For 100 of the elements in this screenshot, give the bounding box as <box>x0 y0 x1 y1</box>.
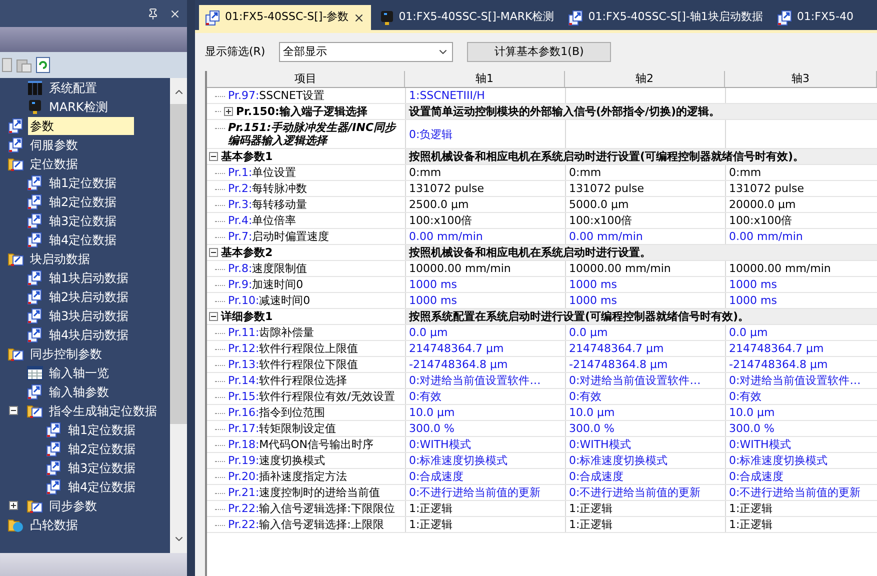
value-cell[interactable]: 0:标准速度切换模式 <box>729 454 828 467</box>
value-cell[interactable]: 0:对进给当前值设置软件… <box>569 374 701 387</box>
tree-item[interactable]: 轴4块启动数据 <box>47 326 131 344</box>
value-cell[interactable]: 1:正逻辑 <box>569 502 613 515</box>
value-cell[interactable]: 131072 pulse <box>409 182 484 195</box>
value-cell[interactable]: 214748364.7 μm <box>409 342 504 355</box>
document-tab[interactable]: 01:FX5-40SSC-S[]-轴1块启动数据 <box>562 5 769 30</box>
value-cell[interactable]: 1000 ms <box>569 278 617 291</box>
value-cell[interactable]: 0:合成速度 <box>729 470 784 483</box>
collapse-toggle[interactable] <box>209 248 218 257</box>
value-cell[interactable]: 10000.00 mm/min <box>409 262 511 275</box>
tree-item[interactable]: 同步参数 <box>47 496 99 514</box>
tree-item[interactable]: 轴4定位数据 <box>66 478 138 496</box>
value-cell[interactable]: 1:正逻辑 <box>729 502 773 515</box>
expand-toggle[interactable] <box>9 501 18 510</box>
value-cell[interactable]: 1000 ms <box>569 294 617 307</box>
value-cell[interactable]: 0:负逻辑 <box>409 128 453 140</box>
value-cell[interactable]: 2500.0 μm <box>409 198 469 211</box>
value-cell[interactable]: 10.0 μm <box>569 406 615 419</box>
tree-item[interactable]: 轴3块启动数据 <box>47 306 131 324</box>
value-cell[interactable]: 131072 pulse <box>569 182 644 195</box>
tree-item[interactable]: 输入轴一览 <box>47 364 111 382</box>
tree-item[interactable]: 伺服参数 <box>28 136 80 154</box>
collapse-toggle[interactable] <box>209 312 218 321</box>
value-cell[interactable]: -214748364.8 μm <box>729 358 828 371</box>
value-cell[interactable]: 0:WITH模式 <box>729 438 791 451</box>
value-cell[interactable]: 0.0 μm <box>409 326 448 339</box>
value-cell[interactable]: 0.00 mm/min <box>569 230 643 243</box>
tree-item[interactable]: 轴3定位数据 <box>47 212 119 230</box>
value-cell[interactable]: 0:对进给当前值设置软件… <box>729 374 861 387</box>
value-cell[interactable]: 0:有效 <box>729 390 762 403</box>
scrollbar-thumb[interactable] <box>170 104 187 424</box>
value-cell[interactable]: 0:不进行进给当前值的更新 <box>729 486 861 499</box>
refresh-icon[interactable] <box>36 57 50 73</box>
column-header[interactable]: 项目 <box>207 71 405 87</box>
value-cell[interactable]: 1:SSCNETIII/H <box>409 89 485 102</box>
value-cell[interactable]: 1:正逻辑 <box>729 518 773 531</box>
value-cell[interactable]: 300.0 % <box>569 422 614 435</box>
tree-item[interactable]: MARK检测 <box>47 98 110 116</box>
column-header[interactable]: 轴3 <box>725 71 877 87</box>
pin-icon[interactable] <box>147 8 159 20</box>
value-cell[interactable]: 1000 ms <box>409 294 457 307</box>
value-cell[interactable]: 20000.0 μm <box>729 198 796 211</box>
document-tab[interactable]: 01:FX5-40SSC-S[]-参数 <box>199 5 371 30</box>
expand-toggle[interactable] <box>224 107 233 116</box>
value-cell[interactable]: 1000 ms <box>409 278 457 291</box>
tree-item[interactable]: 参数 <box>28 116 134 134</box>
value-cell[interactable]: 100:x100倍 <box>409 214 472 227</box>
collapse-toggle[interactable] <box>209 152 218 161</box>
value-cell[interactable]: 1:正逻辑 <box>409 502 453 515</box>
tree-item[interactable]: 定位数据 <box>28 154 80 172</box>
value-cell[interactable]: 0:不进行进给当前值的更新 <box>409 486 541 499</box>
value-cell[interactable]: 0:有效 <box>409 390 442 403</box>
value-cell[interactable]: 131072 pulse <box>729 182 804 195</box>
calculate-button[interactable]: 计算基本参数1(B) <box>467 42 612 62</box>
value-cell[interactable]: 300.0 % <box>409 422 454 435</box>
close-icon[interactable] <box>352 12 365 24</box>
scrollbar[interactable] <box>170 78 187 553</box>
value-cell[interactable]: 0:对进给当前值设置软件… <box>409 374 541 387</box>
tree-item[interactable]: 系统配置 <box>47 78 99 96</box>
close-icon[interactable] <box>169 8 181 20</box>
value-cell[interactable]: 0:mm <box>729 166 762 179</box>
value-cell[interactable]: 0:不进行进给当前值的更新 <box>569 486 701 499</box>
tree-item[interactable]: 轴2定位数据 <box>47 192 119 210</box>
document-tab[interactable]: 01:FX5-40 <box>770 5 860 30</box>
value-cell[interactable]: 0.0 μm <box>569 326 608 339</box>
value-cell[interactable]: 214748364.7 μm <box>569 342 664 355</box>
value-cell[interactable]: 0:WITH模式 <box>409 438 471 451</box>
value-cell[interactable]: -214748364.8 μm <box>569 358 668 371</box>
column-header[interactable]: 轴2 <box>565 71 725 87</box>
column-header[interactable]: 轴1 <box>405 71 565 87</box>
value-cell[interactable]: 10.0 μm <box>409 406 455 419</box>
value-cell[interactable]: 5000.0 μm <box>569 198 629 211</box>
document-tab[interactable]: 01:FX5-40SSC-S[]-MARK检测 <box>372 5 560 30</box>
tree-item[interactable]: 凸轮数据 <box>28 516 80 534</box>
value-cell[interactable]: 1000 ms <box>729 294 777 307</box>
value-cell[interactable]: 0:合成速度 <box>409 470 464 483</box>
tree-item[interactable]: 轴2定位数据 <box>66 440 138 458</box>
value-cell[interactable]: 10000.00 mm/min <box>729 262 831 275</box>
value-cell[interactable]: 0:mm <box>569 166 602 179</box>
collapse-toggle[interactable] <box>9 406 18 415</box>
value-cell[interactable]: 1:正逻辑 <box>409 518 453 531</box>
value-cell[interactable]: 0:合成速度 <box>569 470 624 483</box>
tree-item[interactable]: 同步控制参数 <box>28 344 104 362</box>
tree-item[interactable]: 输入轴参数 <box>47 382 111 400</box>
value-cell[interactable]: 0:mm <box>409 166 442 179</box>
value-cell[interactable]: 0.00 mm/min <box>409 230 483 243</box>
value-cell[interactable]: 300.0 % <box>729 422 774 435</box>
value-cell[interactable]: 214748364.7 μm <box>729 342 824 355</box>
value-cell[interactable]: 0:WITH模式 <box>569 438 631 451</box>
value-cell[interactable]: 0:标准速度切换模式 <box>409 454 508 467</box>
value-cell[interactable]: 100:x100倍 <box>569 214 632 227</box>
value-cell[interactable]: 0.0 μm <box>729 326 768 339</box>
tree-item[interactable]: 轴3定位数据 <box>66 458 138 476</box>
value-cell[interactable]: -214748364.8 μm <box>409 358 508 371</box>
tree-item[interactable]: 轴1定位数据 <box>66 420 138 438</box>
value-cell[interactable]: 100:x100倍 <box>729 214 792 227</box>
value-cell[interactable]: 0:标准速度切换模式 <box>569 454 668 467</box>
value-cell[interactable]: 10.0 μm <box>729 406 775 419</box>
tree-item[interactable]: 块启动数据 <box>28 250 92 268</box>
